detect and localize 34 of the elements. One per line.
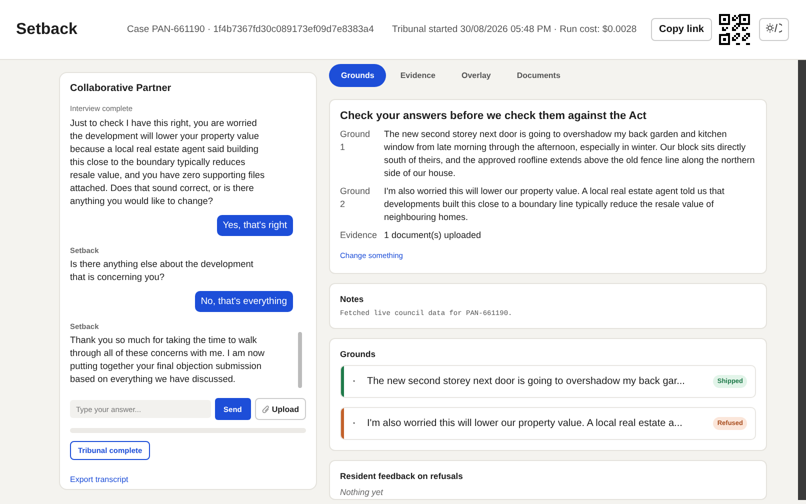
theme-toggle-button[interactable] [759,18,789,41]
panel-title: Collaborative Partner [70,83,172,94]
case-id: Case PAN-661190 · 1f4b7367fd30c089173ef09d7e8383a4 [127,24,375,35]
user-message-bubble: Yes, that's right [216,215,293,236]
review-value: The new second storey next door is going to overshadow my back garden and kitchen window from late morning through the afternoon, especially in winter. Our block sits directly south of theirs, and the approved roofline extends above the old fence line along the northern side of our house. [384,128,756,180]
run-info: Tribunal started 30/08/2026 05:48 PM · Run cost: $0.0028 [392,24,638,35]
export-transcript-link[interactable]: Export transcript [70,475,128,484]
notes-heading: Notes [340,294,365,304]
chat-scrollbar-thumb[interactable] [298,332,302,388]
review-value: I'm also worried this will lower our property value. A local real estate agent told us that developments built this close to a boundary line typically reduce the resale value of neighbouring homes. [384,185,726,224]
sun-moon-icon [766,23,782,33]
assistant-message: Thank you so much for taking the time to walk through all of these concerns with me. I am now putting together your final objection submission based on everything we have discussed. [70,334,266,386]
review-label: Ground 2 [340,185,372,211]
ground-text: I'm also worried this will lower our property value. A local real estate a... [367,418,684,429]
qr-code-drawing [718,13,751,46]
feedback-empty-text: Nothing yet [340,487,384,497]
review-label: Evidence [340,229,376,242]
tab[interactable]: Evidence [388,64,448,87]
review-value: 1 document(s) uploaded [384,229,482,242]
app-title: Setback [16,20,78,38]
review-label: Ground 1 [340,128,372,154]
assistant-message: Is there anything else about the development that is concerning you? [70,258,254,284]
user-message-bubble: No, that's everything [194,291,293,312]
tab[interactable]: Documents [504,64,572,87]
grounds-heading: Grounds [340,349,376,359]
upload-button[interactable]: Upload [254,398,306,420]
copy-link-button[interactable]: Copy link [650,18,712,41]
review-heading: Check your answers before we check them against the Act [340,110,648,122]
tab[interactable]: Grounds [329,64,386,87]
tab[interactable]: Overlay [449,64,503,87]
feedback-heading: Resident feedback on refusals [340,471,464,481]
paperclip-icon [262,404,270,414]
ground-text: The new second storey next door is going to overshadow my back gar... [367,376,686,387]
assistant-message: Just to check I have this right, you are worried the development will lower your property value because a local real estate agent said building this close to the boundary typically reduces resale value, and you have zero supporting files attached. Does that sound correct, or is there anything you would like to change? [70,117,266,208]
